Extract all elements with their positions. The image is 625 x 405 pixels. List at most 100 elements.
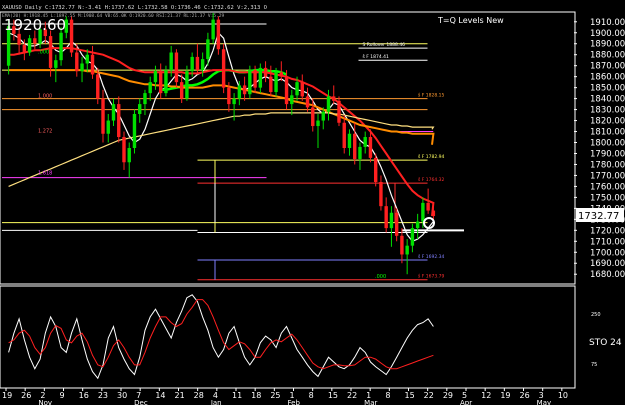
candle-body-78 xyxy=(415,221,420,229)
candle-body-46 xyxy=(248,70,252,95)
candle-body-51 xyxy=(274,72,278,93)
level-label-15: ŝ F 1673.79 xyxy=(418,273,445,280)
candle-body-49 xyxy=(263,67,268,77)
candle-body-56 xyxy=(300,82,304,97)
candle-body-39 xyxy=(211,19,215,40)
candle-body-44 xyxy=(237,85,242,99)
candle-body-75 xyxy=(400,235,404,255)
candle-body-74 xyxy=(394,212,399,236)
candle-body-53 xyxy=(284,76,289,105)
candle-body-55 xyxy=(295,82,299,96)
candle-body-42 xyxy=(227,87,231,105)
date-tick-label-16: 8 xyxy=(309,391,314,400)
date-tick-label-5: 23 xyxy=(98,391,108,400)
candle-body-71 xyxy=(379,182,383,207)
candle-body-76 xyxy=(405,245,409,255)
header-info: XAUUSD Daily C:1732.77 N:-3.41 H:1737.62… xyxy=(2,5,267,11)
candle-body-43 xyxy=(232,98,236,105)
candle-body-28 xyxy=(153,71,158,83)
date-tick-label-1: 26 xyxy=(21,391,31,400)
date-tick-label-10: 28 xyxy=(194,391,204,400)
price-tick-label-19: 1870.00 xyxy=(590,62,625,72)
price-tick-label-20: 1880.00 xyxy=(590,51,625,61)
candle-body-66 xyxy=(353,133,357,159)
candle-body-45 xyxy=(242,85,247,95)
candle-body-60 xyxy=(321,111,325,121)
month-label-0: Nov xyxy=(38,399,52,405)
fib-label-1: 1.000 xyxy=(38,94,52,100)
price-tick-label-14: 1820.00 xyxy=(590,117,625,127)
candle-body-73 xyxy=(389,212,394,229)
big-price: 1920.60 xyxy=(4,16,66,34)
date-tick-label-25: 12 xyxy=(481,391,491,400)
candle-body-8 xyxy=(48,36,53,68)
candle-body-16 xyxy=(90,54,95,75)
price-tick-label-2: 1700.00 xyxy=(590,248,625,258)
candle-body-62 xyxy=(332,96,336,101)
level-label-10: ŝ F 1764.32 xyxy=(418,176,445,183)
date-tick-label-9: 21 xyxy=(175,391,185,400)
date-tick-label-14: 25 xyxy=(270,391,280,400)
stoch-label: STO 24 xyxy=(589,338,622,348)
date-tick-label-12: 11 xyxy=(232,391,242,400)
candle-body-23 xyxy=(127,148,131,163)
fib-label-3: 1.618 xyxy=(38,170,52,176)
fib-zero-label: .000 xyxy=(375,274,386,280)
date-tick-label-13: 18 xyxy=(251,391,261,400)
candle-body-37 xyxy=(200,59,205,71)
level-label-14: ŝ F 1692.34 xyxy=(418,253,445,260)
price-tick-label-16: 1840.00 xyxy=(590,95,625,105)
fib-label-2: 1.272 xyxy=(38,129,52,135)
candle-body-80 xyxy=(426,202,430,211)
price-tick-label-1: 1690.00 xyxy=(590,259,625,269)
candle-body-17 xyxy=(96,74,100,99)
candle-body-20 xyxy=(111,104,116,121)
month-label-3: Feb xyxy=(288,399,301,405)
candle-body-40 xyxy=(216,19,221,50)
month-label-6: May xyxy=(537,399,551,405)
candle-body-2 xyxy=(17,33,21,45)
stoch-tick-0: 250 xyxy=(591,312,601,318)
candle-body-33 xyxy=(179,82,184,99)
date-tick-label-3: 9 xyxy=(60,391,65,400)
date-tick-label-27: 26 xyxy=(520,391,530,400)
candle-body-27 xyxy=(148,82,152,94)
candle-body-32 xyxy=(174,52,179,83)
candle-body-57 xyxy=(305,96,310,108)
candle-body-19 xyxy=(106,120,110,134)
price-tick-label-13: 1810.00 xyxy=(590,128,625,138)
level-label-3: S Rollover 1888.46 xyxy=(363,42,406,48)
candle-body-68 xyxy=(363,137,367,147)
candle-body-31 xyxy=(169,52,173,71)
month-label-1: Dec xyxy=(134,399,148,405)
price-tick-label-21: 1890.00 xyxy=(590,40,625,50)
candle-body-5 xyxy=(33,38,37,44)
price-tick-label-22: 1900.00 xyxy=(590,29,625,39)
candle-body-54 xyxy=(290,95,294,105)
date-tick-label-26: 19 xyxy=(500,391,510,400)
current-price-label: 1732.77 xyxy=(578,211,619,222)
candle-body-25 xyxy=(138,104,142,114)
price-tick-label-10: 1780.00 xyxy=(590,160,625,170)
price-tick-label-23: 1910.00 xyxy=(590,18,625,28)
candle-body-12 xyxy=(69,19,74,53)
candle-body-10 xyxy=(59,32,63,61)
candle-body-38 xyxy=(206,39,210,60)
candle-body-18 xyxy=(101,98,105,134)
month-label-4: Mar xyxy=(364,399,377,405)
candle-body-64 xyxy=(342,122,346,148)
level-label-5: ŝ F 1828.15 xyxy=(418,92,445,99)
date-tick-label-0: 19 xyxy=(2,391,12,400)
stoch-tick-1: 75 xyxy=(591,362,597,368)
candle-body-72 xyxy=(384,206,388,229)
candle-body-3 xyxy=(22,44,27,53)
candle-body-36 xyxy=(195,56,200,71)
candle-body-34 xyxy=(185,71,189,99)
candle-body-81 xyxy=(431,210,436,217)
candle-body-21 xyxy=(117,104,121,138)
candle-body-59 xyxy=(316,120,320,127)
candle-body-35 xyxy=(190,56,194,72)
date-tick-label-4: 16 xyxy=(79,391,89,400)
date-tick-label-22: 22 xyxy=(424,391,434,400)
price-tick-label-3: 1710.00 xyxy=(590,237,625,247)
